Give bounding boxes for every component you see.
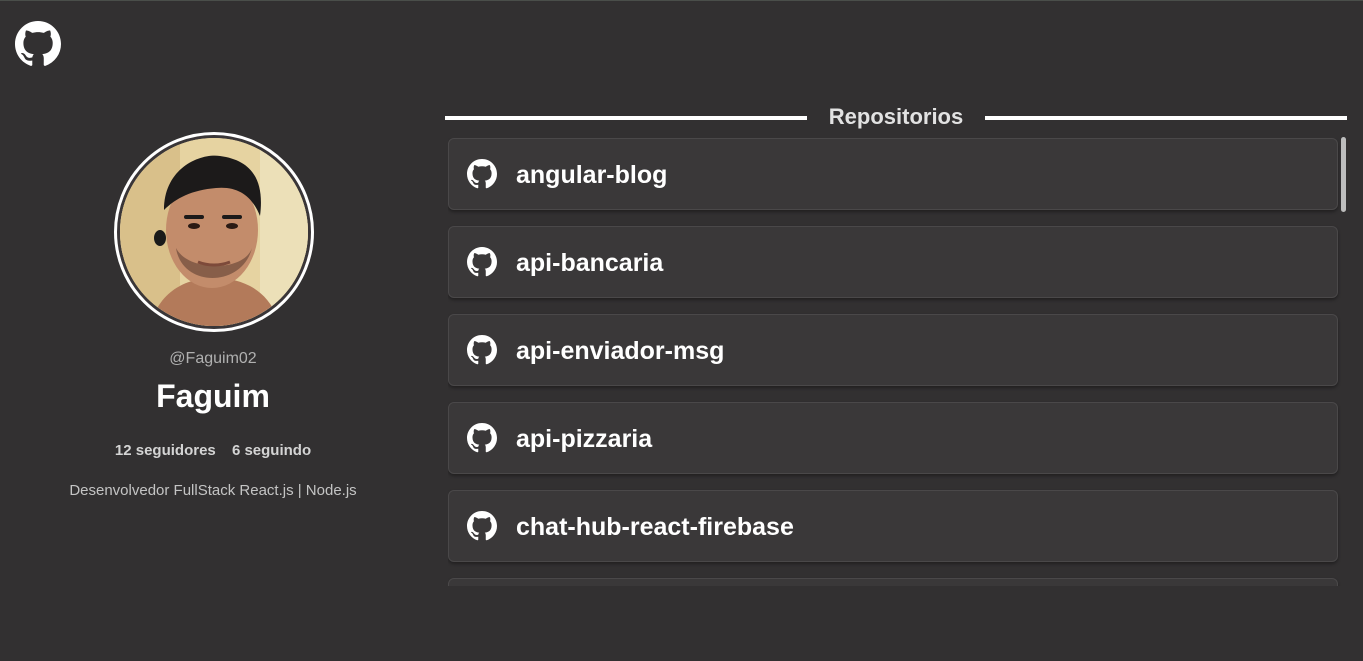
repo-name: angular-blog [516,161,668,189]
github-icon [467,247,497,277]
following-count: 6 seguindo [231,442,312,459]
repo-name: api-pizzaria [516,425,653,453]
repo-item[interactable]: api-enviador-msg [448,314,1338,386]
repo-name: chat-hub-react-firebase [516,513,794,541]
github-icon [467,159,497,189]
repos-header: Repositorios [445,104,1347,132]
repo-item[interactable]: api-pizzaria [448,402,1338,474]
repo-name: api-bancaria [516,249,664,277]
profile-username: @Faguim02 [169,350,257,367]
repo-item[interactable]: chat-hub-react-firebase [448,490,1338,562]
divider-line [445,116,807,120]
avatar [114,132,314,332]
repo-item[interactable]: angular-blog [448,138,1338,210]
repos-title: Repositorios [828,104,964,129]
github-icon [467,423,497,453]
scrollbar-thumb[interactable] [1341,137,1346,212]
profile-name: Faguim [156,378,270,414]
repo-list[interactable]: angular-blog api-bancaria api-enviador-msg… [448,138,1348,586]
divider-line [985,116,1347,120]
followers-count: 12 seguidores [114,442,216,459]
repo-item[interactable] [448,578,1338,586]
repo-name: api-enviador-msg [516,337,725,365]
profile-panel: @Faguim02 Faguim 12 seguidores 6 seguind… [0,1,426,661]
profile-stats: 12 seguidores 6 seguindo [0,442,426,459]
github-icon [467,335,497,365]
repo-item[interactable]: api-bancaria [448,226,1338,298]
github-icon [467,511,497,541]
profile-bio: Desenvolvedor FullStack React.js | Node.… [69,482,357,499]
